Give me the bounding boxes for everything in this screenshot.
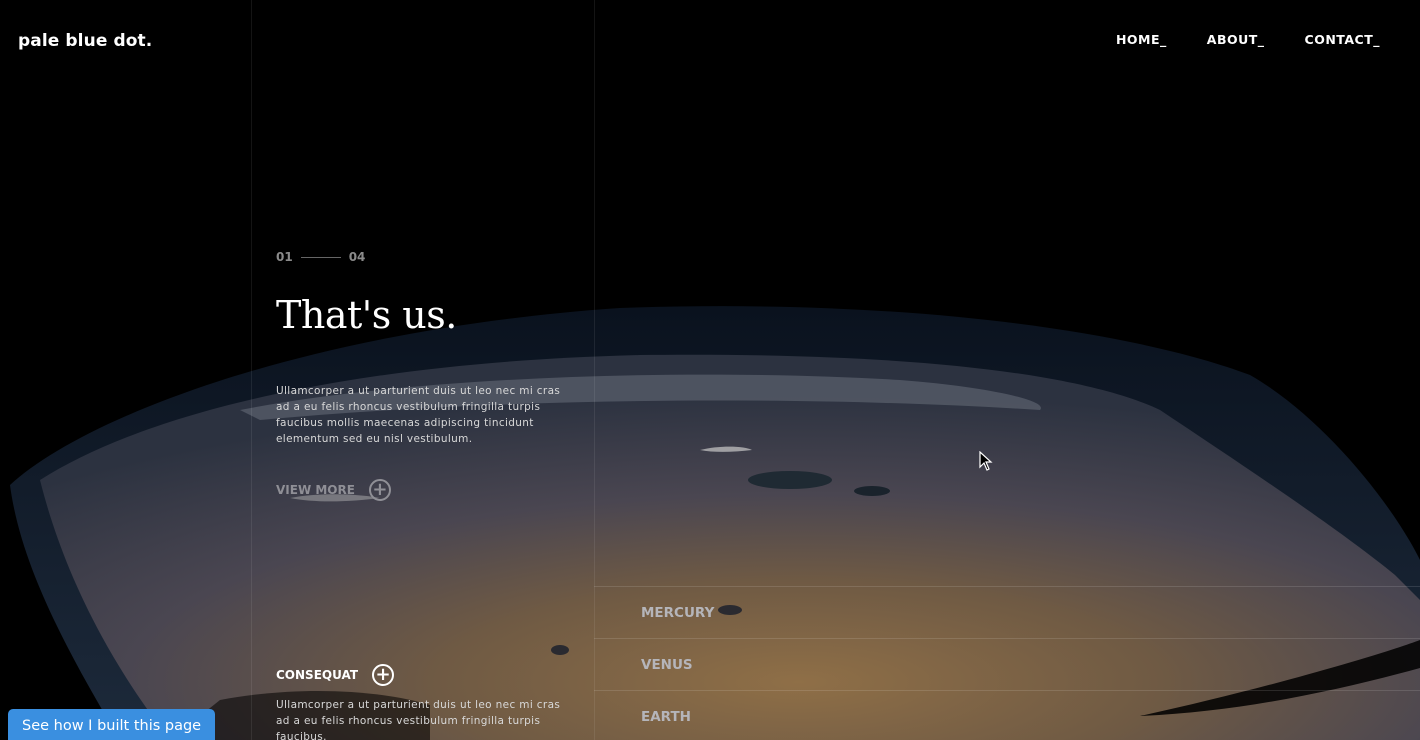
nav-about[interactable]: ABOUT_ <box>1207 32 1265 47</box>
see-how-built-button[interactable]: See how I built this page <box>8 709 216 740</box>
consequat-button[interactable]: CONSEQUAT + <box>276 664 395 686</box>
site-logo[interactable]: pale blue dot. <box>18 31 152 51</box>
consequat-label: CONSEQUAT <box>276 668 359 682</box>
planet-item-earth[interactable]: EARTH <box>594 690 1420 740</box>
main-nav: HOME_ ABOUT_ CONTACT_ <box>1116 32 1380 47</box>
nav-home[interactable]: HOME_ <box>1116 32 1167 47</box>
slide-counter-divider <box>300 256 341 258</box>
plus-circle-icon: + <box>372 664 395 686</box>
secondary-body: Ullamcorper a ut parturient duis ut leo … <box>276 699 561 740</box>
view-more-button[interactable]: VIEW MORE + <box>276 479 391 501</box>
plus-circle-icon: + <box>368 479 391 501</box>
planet-list: MERCURY VENUS EARTH <box>594 586 1420 740</box>
planet-item-mercury[interactable]: MERCURY <box>594 586 1420 638</box>
nav-contact[interactable]: CONTACT_ <box>1305 32 1380 47</box>
mouse-pointer-icon <box>979 451 993 471</box>
slide-counter: 01 04 <box>276 250 365 264</box>
hero-body: Ullamcorper a ut parturient duis ut leo … <box>276 385 561 445</box>
guide-line-left <box>251 0 252 740</box>
view-more-label: VIEW MORE <box>276 483 355 497</box>
planet-item-venus[interactable]: VENUS <box>594 638 1420 690</box>
hero-title: That's us. <box>276 293 457 337</box>
page: pale blue dot. HOME_ ABOUT_ CONTACT_ 01 … <box>0 0 1420 740</box>
slide-counter-total: 04 <box>348 250 366 264</box>
slide-counter-current: 01 <box>276 250 293 264</box>
